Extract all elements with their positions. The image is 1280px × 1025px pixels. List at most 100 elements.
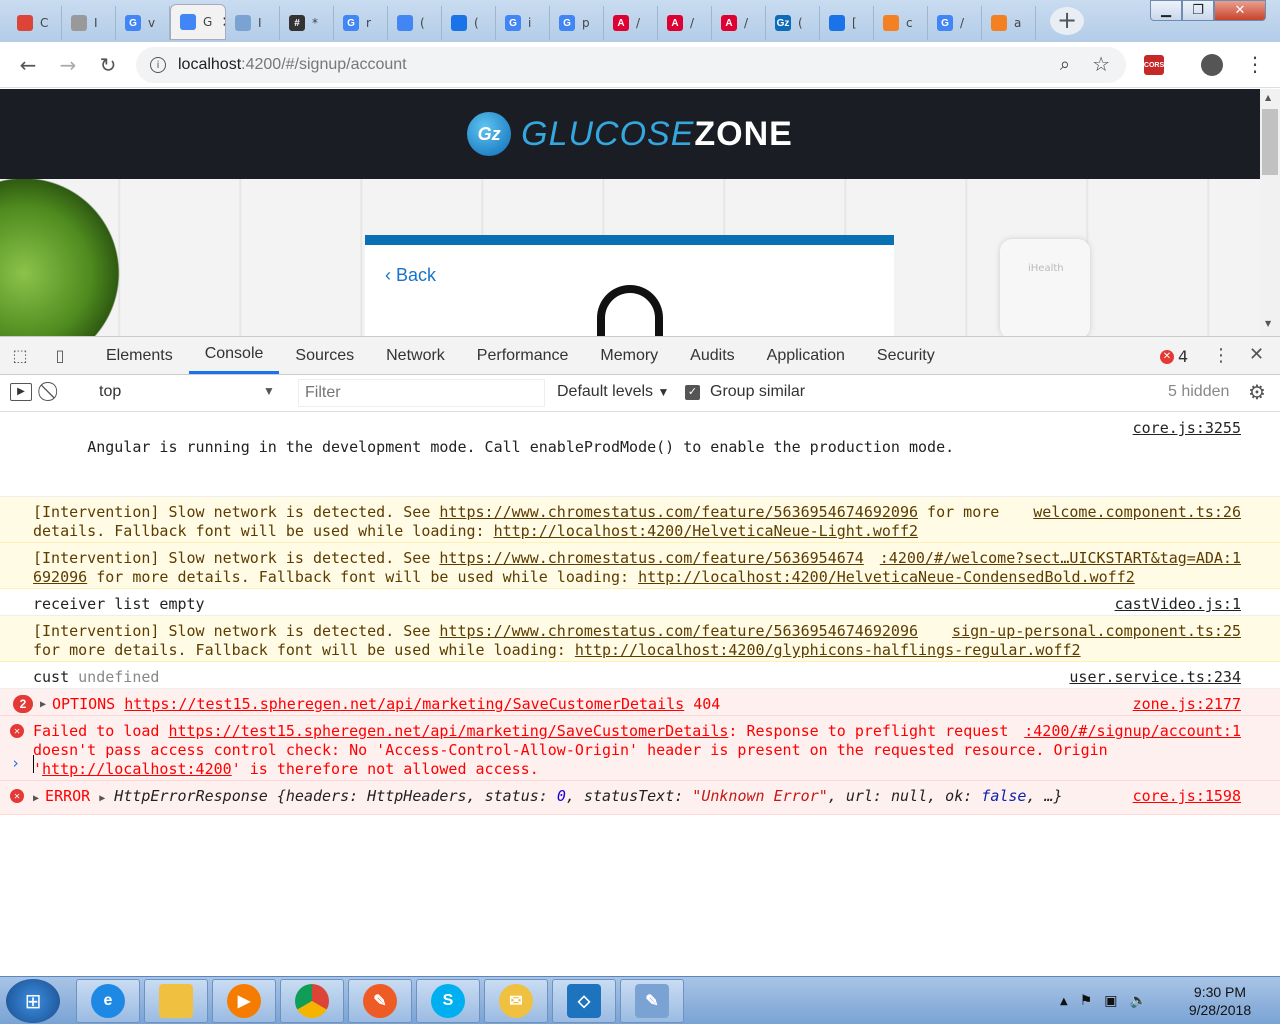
scroll-down-arrow-icon[interactable]: ▼ [1265, 319, 1271, 328]
device-toolbar-icon[interactable]: ▯ [40, 337, 80, 374]
tab-audits[interactable]: Audits [674, 337, 750, 374]
browser-tab[interactable]: G✕ [170, 4, 226, 40]
console-error[interactable]: ✕ ▶ ERROR ▶ HttpErrorResponse {headers: H… [0, 781, 1280, 815]
source-link[interactable]: :4200/#/signup/account:1 [1016, 722, 1241, 741]
group-similar-checkbox[interactable]: ✓ [685, 385, 700, 400]
taskbar-outlook[interactable]: ✉ [484, 979, 548, 1023]
request-url-link[interactable]: https://test15.spheregen.net/api/marketi… [168, 722, 728, 740]
taskbar-notepad[interactable]: ✎ [620, 979, 684, 1023]
context-dropdown-icon[interactable]: ▼ [263, 384, 275, 398]
taskbar-media-player[interactable]: ▶ [212, 979, 276, 1023]
console-prompt[interactable]: › [0, 753, 1280, 777]
reload-icon[interactable]: ↻ [93, 50, 123, 80]
menu-kebab-icon[interactable]: ⋮ [1245, 52, 1265, 76]
browser-tab[interactable]: a [982, 6, 1036, 40]
browser-tab[interactable]: Gz ( [766, 6, 820, 40]
new-tab-button[interactable]: + [1050, 7, 1084, 35]
system-clock[interactable]: 9:30 PM 9/28/2018 [1180, 983, 1260, 1019]
tab-elements[interactable]: Elements [90, 337, 189, 374]
site-brand[interactable]: GLUCOSEZONE [521, 115, 793, 154]
bookmark-star-icon[interactable]: ☆ [1092, 52, 1110, 76]
levels-dropdown[interactable]: Default levels ▼ [557, 383, 669, 401]
expand-triangle-icon[interactable]: ▶ [33, 793, 45, 804]
chromestatus-link-cont[interactable]: 692096 [33, 568, 87, 586]
minimize-button[interactable]: ▁ [1150, 0, 1182, 21]
taskbar-file-explorer[interactable] [144, 979, 208, 1023]
expand-triangle-icon[interactable]: ▶ [40, 695, 46, 714]
chromestatus-link[interactable]: https://www.chromestatus.com/feature/563… [439, 549, 863, 567]
console-error[interactable]: 2 ▶ OPTIONS https://test15.spheregen.net/a… [0, 689, 1280, 716]
browser-tab[interactable]: I [226, 6, 280, 40]
maximize-button[interactable]: ❐ [1182, 0, 1214, 21]
close-devtools-icon[interactable]: ✕ [1249, 344, 1264, 365]
settings-gear-icon[interactable]: ⚙ [1248, 380, 1266, 405]
font-url-link[interactable]: http://localhost:4200/HelveticaNeue-Cond… [638, 568, 1135, 586]
close-window-button[interactable]: ✕ [1214, 0, 1266, 21]
source-link[interactable]: welcome.component.ts:26 [1025, 503, 1241, 522]
scroll-up-arrow-icon[interactable]: ▲ [1265, 93, 1271, 102]
browser-tab[interactable]: G / [928, 6, 982, 40]
error-counter[interactable]: ✕ 4 [1160, 347, 1188, 366]
scroll-thumb[interactable] [1262, 109, 1278, 175]
show-hidden-icons-icon[interactable]: ▲ [1060, 996, 1068, 1007]
volume-icon[interactable]: 🔈 [1130, 993, 1147, 1009]
source-link[interactable]: core.js:1598 [1124, 787, 1241, 806]
source-link[interactable]: :4200/#/welcome?sect…UICKSTART&tag=ADA:1 [871, 549, 1241, 568]
browser-tab[interactable]: C [8, 6, 62, 40]
tab-security[interactable]: Security [861, 337, 951, 374]
source-link[interactable]: core.js:3255 [1124, 419, 1241, 438]
tab-network[interactable]: Network [370, 337, 461, 374]
context-select[interactable]: top [99, 383, 121, 401]
request-url-link[interactable]: https://test15.spheregen.net/api/marketi… [124, 695, 684, 713]
chromestatus-link[interactable]: https://www.chromestatus.com/feature/563… [439, 503, 918, 521]
taskbar-internet-explorer[interactable]: e [76, 979, 140, 1023]
source-link[interactable]: zone.js:2177 [1124, 695, 1241, 714]
browser-tab[interactable]: # * [280, 6, 334, 40]
profile-avatar-icon[interactable] [1201, 54, 1223, 76]
browser-tab[interactable]: Gp [550, 6, 604, 40]
forward-arrow-icon[interactable]: → [53, 50, 83, 80]
browser-tab[interactable]: ( [388, 6, 442, 40]
browser-tab[interactable]: ( [442, 6, 496, 40]
info-icon[interactable]: i [150, 57, 166, 73]
source-link[interactable]: castVideo.js:1 [1106, 595, 1241, 614]
browser-tab[interactable]: I [62, 6, 116, 40]
browser-tab[interactable]: Gv [116, 6, 170, 40]
zoom-icon[interactable]: ⌕ [1060, 54, 1070, 75]
taskbar-chrome[interactable] [280, 979, 344, 1023]
inspect-element-icon[interactable]: ⬚ [0, 337, 40, 374]
cors-extension-icon[interactable]: CORS [1144, 55, 1164, 75]
browser-tab[interactable]: c [874, 6, 928, 40]
tab-console[interactable]: Console [188, 337, 280, 374]
filter-input[interactable] [298, 379, 545, 407]
tab-sources[interactable]: Sources [279, 337, 370, 374]
tab-performance[interactable]: Performance [461, 337, 585, 374]
browser-tab[interactable]: A / [658, 6, 712, 40]
sidebar-toggle-icon[interactable]: ▶ [10, 383, 32, 401]
taskbar-skype[interactable]: S [416, 979, 480, 1023]
font-url-link[interactable]: http://localhost:4200/HelveticaNeue-Ligh… [494, 522, 918, 540]
font-url-link[interactable]: http://localhost:4200/glyphicons-halflin… [575, 641, 1081, 659]
network-icon[interactable]: ▣ [1104, 993, 1117, 1009]
glucosezone-logo-icon[interactable]: Gz [467, 112, 512, 156]
source-link[interactable]: sign-up-personal.component.ts:25 [944, 622, 1241, 641]
browser-tab[interactable]: Gr [334, 6, 388, 40]
start-button[interactable]: ⊞ [6, 979, 60, 1023]
action-center-flag-icon[interactable]: ⚑ [1080, 993, 1093, 1009]
tab-application[interactable]: Application [751, 337, 861, 374]
page-scrollbar[interactable]: ▲ ▼ [1260, 89, 1280, 336]
browser-tab[interactable]: A / [604, 6, 658, 40]
back-arrow-icon[interactable]: ← [13, 50, 43, 80]
address-bar[interactable]: i localhost:4200/#/signup/account ⌕ ☆ [136, 47, 1126, 83]
tab-memory[interactable]: Memory [584, 337, 674, 374]
chromestatus-link[interactable]: https://www.chromestatus.com/feature/563… [439, 622, 918, 640]
browser-tab[interactable]: Gi [496, 6, 550, 40]
taskbar-postman[interactable]: ✎ [348, 979, 412, 1023]
expand-triangle-icon[interactable]: ▶ [99, 793, 105, 804]
browser-tab[interactable]: [ [820, 6, 874, 40]
browser-tab[interactable]: A / [712, 6, 766, 40]
taskbar-vscode[interactable]: ◇ [552, 979, 616, 1023]
back-link[interactable]: ‹ Back [385, 265, 436, 286]
devtools-menu-icon[interactable]: ⋮ [1212, 345, 1230, 366]
source-link[interactable]: user.service.ts:234 [1061, 668, 1241, 687]
